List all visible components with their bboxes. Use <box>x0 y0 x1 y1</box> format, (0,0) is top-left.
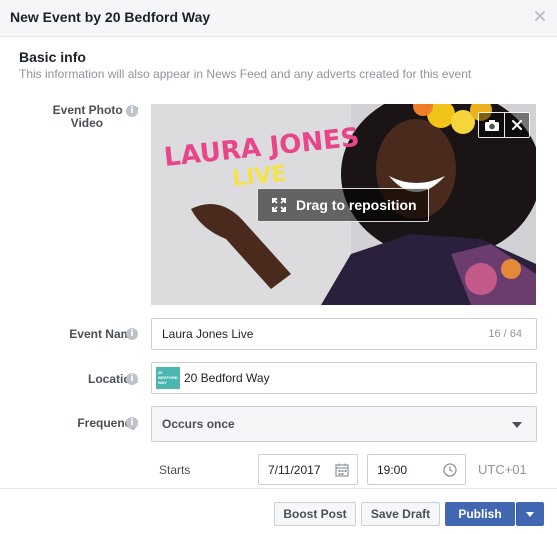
camera-icon[interactable] <box>479 113 504 137</box>
location-value: 20 Bedford Way <box>184 371 270 385</box>
close-icon[interactable] <box>533 9 547 23</box>
drag-label: Drag to reposition <box>296 197 417 213</box>
remove-photo-icon[interactable] <box>504 113 529 137</box>
photo-label: Event Photo or Video <box>53 104 138 130</box>
photo-actions <box>478 112 530 138</box>
section-title: Basic info <box>19 49 86 65</box>
start-date-value: 7/11/2017 <box>268 463 321 477</box>
event-name-input[interactable]: Laura Jones Live 16 / 64 <box>151 318 537 350</box>
publish-options-button[interactable] <box>516 502 544 526</box>
drag-to-reposition-button[interactable]: Drag to reposition <box>257 188 429 222</box>
chevron-down-icon <box>512 422 522 428</box>
location-thumbnail-text: 20 BEDFORD WAY <box>158 370 178 385</box>
info-icon[interactable]: i <box>126 105 138 117</box>
photo-label-line2: Video <box>70 116 104 130</box>
starts-label: Starts <box>159 463 191 477</box>
info-icon[interactable]: i <box>126 373 138 385</box>
start-time-value: 19:00 <box>377 463 408 477</box>
event-name-value: Laura Jones Live <box>162 327 254 341</box>
frequency-value: Occurs once <box>162 417 235 431</box>
section-subtitle: This information will also appear in New… <box>19 67 472 81</box>
dialog-header: New Event by 20 Bedford Way <box>0 0 557 37</box>
boost-post-button[interactable]: Boost Post <box>274 502 356 526</box>
publish-button[interactable]: Publish <box>445 502 515 526</box>
timezone-label: UTC+01 <box>478 462 527 477</box>
dialog-title: New Event by 20 Bedford Way <box>10 9 211 25</box>
event-photo[interactable]: LAURA JONES LIVE Drag to reposition <box>151 104 536 305</box>
calendar-icon <box>335 463 349 477</box>
clock-icon <box>443 463 457 477</box>
reposition-icon <box>272 198 286 212</box>
start-date-input[interactable]: 7/11/2017 <box>258 454 358 485</box>
info-icon[interactable]: i <box>126 417 138 429</box>
save-draft-button[interactable]: Save Draft <box>361 502 440 526</box>
dialog-footer: Boost Post Save Draft Publish <box>0 488 557 534</box>
info-icon[interactable]: i <box>126 328 138 340</box>
start-time-input[interactable]: 19:00 <box>367 454 466 485</box>
location-input[interactable]: 20 BEDFORD WAY 20 Bedford Way <box>151 362 537 394</box>
chevron-down-icon <box>526 511 534 517</box>
location-thumbnail: 20 BEDFORD WAY <box>156 367 180 389</box>
frequency-select[interactable]: Occurs once <box>151 406 537 442</box>
character-counter: 16 / 64 <box>488 328 522 340</box>
